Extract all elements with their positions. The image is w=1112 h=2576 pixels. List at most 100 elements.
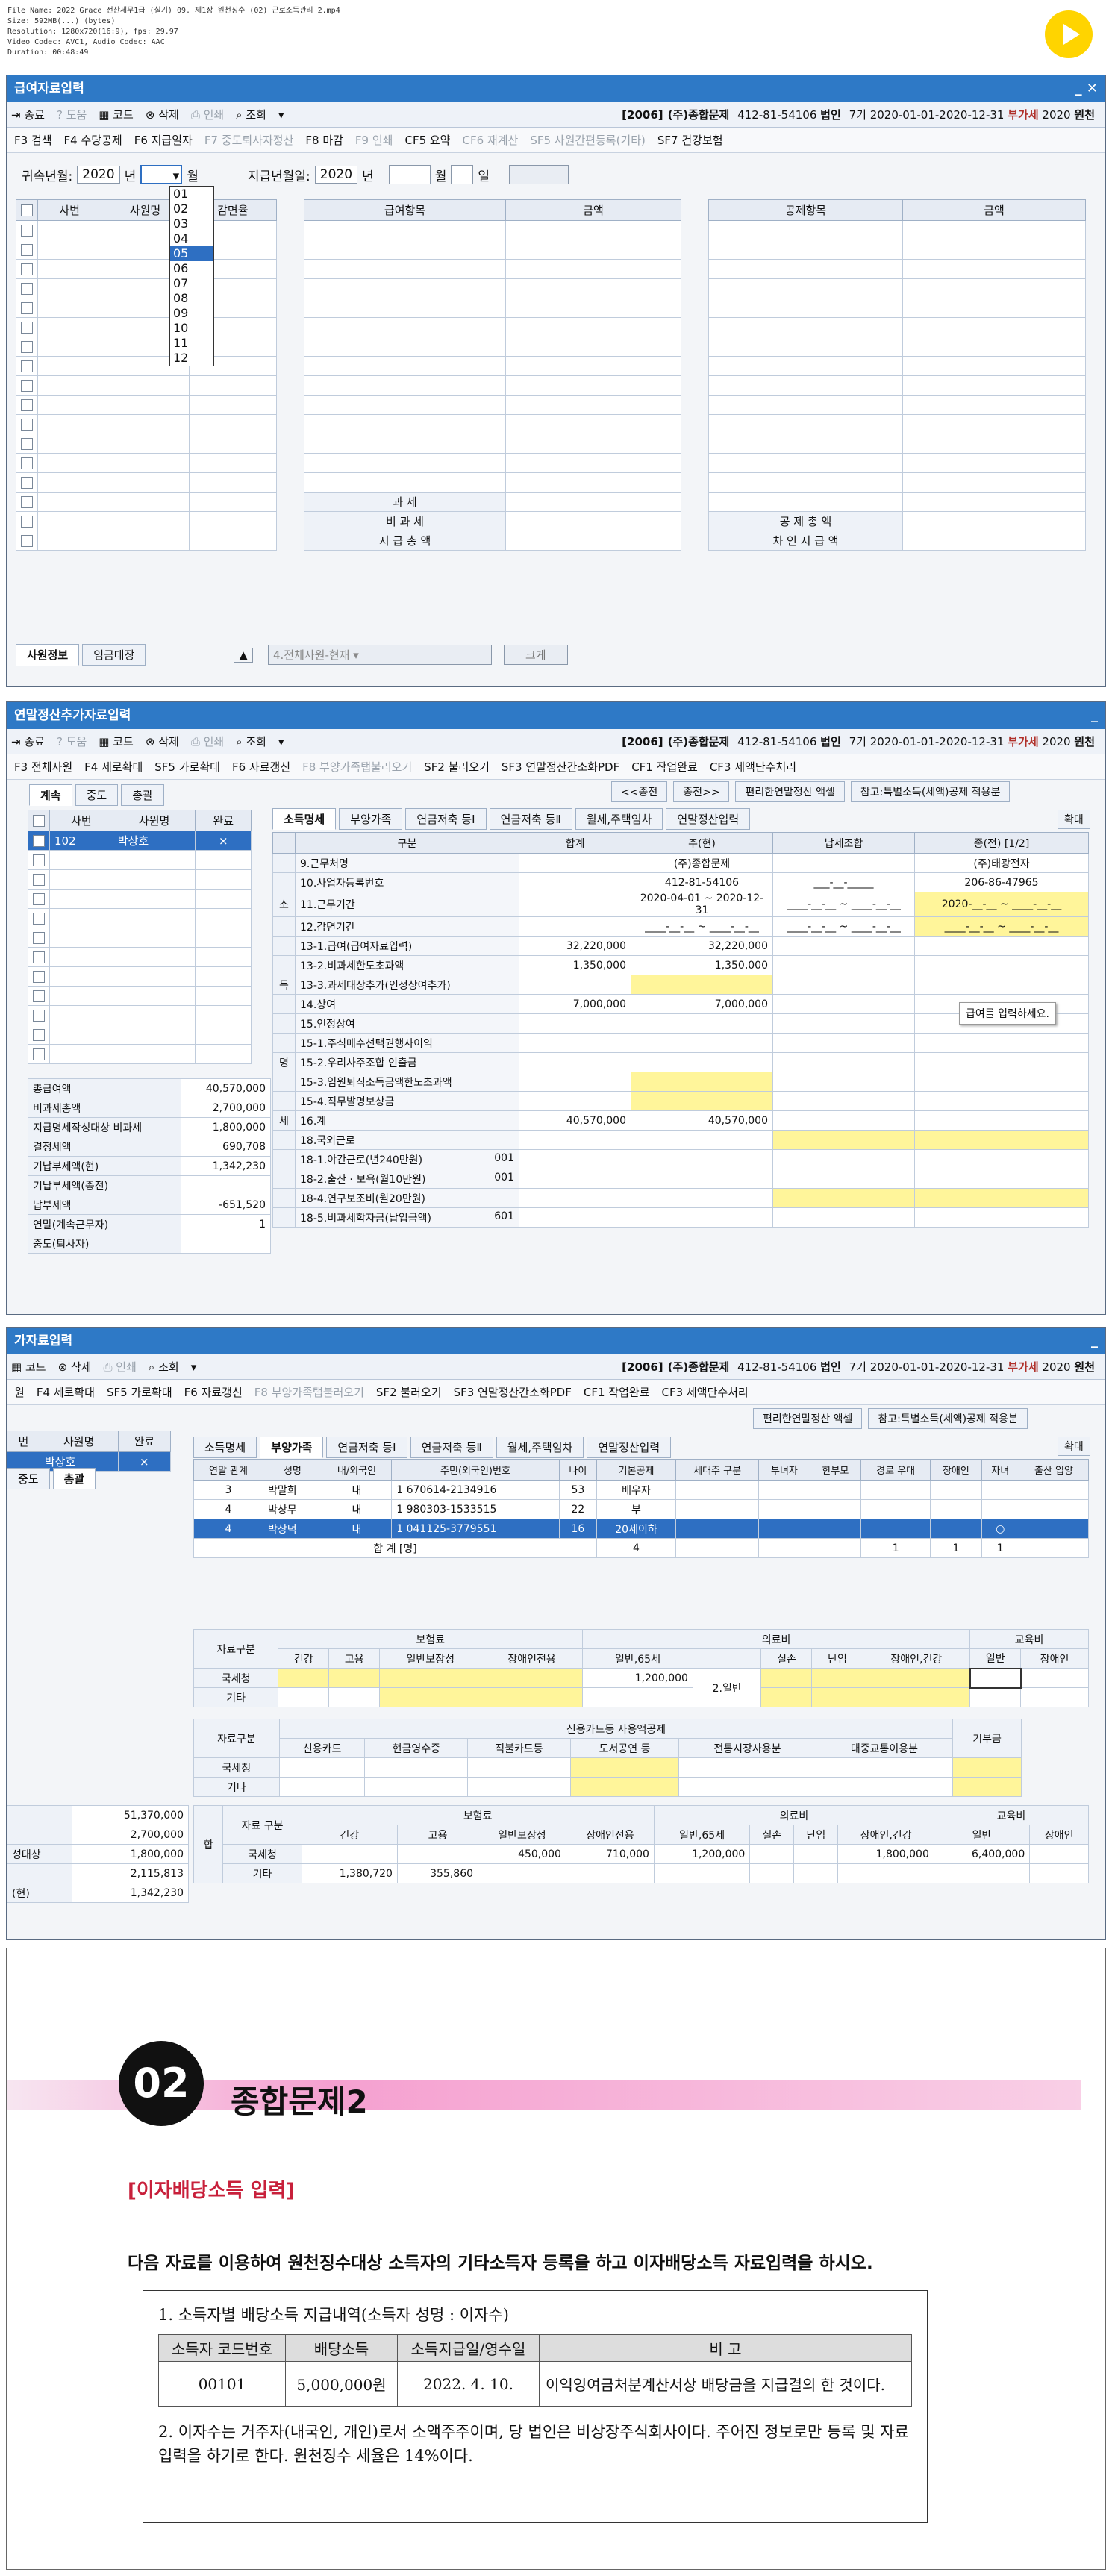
table-row[interactable]: 12.감면기간 ____-__-__ ~ ____-__-__ ____-__-__… <box>272 916 1089 937</box>
item-cell[interactable] <box>708 453 903 473</box>
item-cell[interactable] <box>708 278 903 298</box>
tab-5[interactable]: 연말정산입력 <box>587 1437 672 1458</box>
cell[interactable] <box>188 531 278 551</box>
amount-cell[interactable] <box>505 434 681 454</box>
current-cell[interactable]: 40,570,000 <box>631 1110 773 1131</box>
fkey[interactable]: F6 자료갱신 <box>184 1384 243 1400</box>
flag-cell[interactable] <box>758 1499 810 1519</box>
tax-union-cell[interactable]: ___-__-_____ <box>772 872 915 892</box>
card-cell[interactable] <box>815 1777 954 1797</box>
table-row[interactable]: 15-1.주식매수선택권행사이익 <box>272 1033 1089 1053</box>
item-cell[interactable] <box>708 434 903 454</box>
cell[interactable] <box>101 375 190 396</box>
item-cell[interactable] <box>304 298 506 318</box>
amount-cell[interactable] <box>505 356 681 376</box>
amount-cell[interactable] <box>902 472 1086 493</box>
table-row[interactable] <box>16 356 278 376</box>
table-row[interactable] <box>16 531 278 551</box>
row-check[interactable] <box>28 1044 50 1064</box>
tax-union-cell[interactable] <box>772 936 915 956</box>
cell[interactable] <box>188 375 278 396</box>
cell[interactable] <box>101 453 190 473</box>
item-cell[interactable] <box>304 278 506 298</box>
flag-cell[interactable] <box>860 1519 931 1539</box>
cell[interactable] <box>37 356 102 376</box>
table-row[interactable] <box>304 414 681 434</box>
row-checkbox[interactable] <box>21 244 33 256</box>
cell[interactable] <box>37 472 102 493</box>
card-cell[interactable] <box>569 1757 680 1778</box>
table-row[interactable]: 13-2.비과세한도초과액 1,350,000 1,350,000 <box>272 955 1089 975</box>
print-button[interactable]: ⎙ 인쇄 <box>191 107 224 122</box>
table-row[interactable] <box>708 453 1086 473</box>
tab-4[interactable]: 월세,주택임차 <box>496 1437 584 1458</box>
card-cell[interactable] <box>678 1777 816 1797</box>
sum-cell[interactable] <box>519 853 631 873</box>
previous-cell[interactable] <box>914 1110 1089 1131</box>
table-row[interactable] <box>708 375 1086 396</box>
row-checkbox[interactable] <box>21 322 33 334</box>
cell[interactable] <box>37 317 102 337</box>
item-cell[interactable] <box>708 395 903 415</box>
card-cell[interactable] <box>364 1757 469 1778</box>
tab-employee-info[interactable]: 사원정보 <box>16 644 80 666</box>
sum-cell[interactable] <box>519 916 631 937</box>
table-row[interactable] <box>708 317 1086 337</box>
month-option[interactable]: 01 <box>170 187 213 201</box>
age-cell[interactable]: 16 <box>558 1519 598 1539</box>
insurance-cell[interactable] <box>278 1668 330 1688</box>
item-cell[interactable] <box>304 356 506 376</box>
current-cell[interactable] <box>631 1052 773 1072</box>
previous-cell[interactable] <box>914 936 1089 956</box>
row-check[interactable] <box>28 869 50 890</box>
cell[interactable] <box>37 531 102 551</box>
fkey[interactable]: F6 지급일자 <box>134 132 193 148</box>
fkey[interactable]: SF7 건강보험 <box>657 132 723 148</box>
exit-button[interactable]: ⇥ 종료 <box>11 734 45 749</box>
table-row[interactable]: 소 11.근무기간 2020-04-01 ~ 2020-12-31 ____-__-_… <box>272 892 1089 917</box>
donation-cell[interactable] <box>952 1777 1022 1797</box>
row-checkbox[interactable] <box>33 1010 45 1022</box>
medical-cell[interactable] <box>811 1668 863 1688</box>
print-button[interactable]: ⎙ 인쇄 <box>104 1359 137 1375</box>
cell[interactable] <box>188 492 278 512</box>
row-check[interactable] <box>28 966 50 987</box>
table-row[interactable] <box>16 220 278 240</box>
amount-cell[interactable] <box>505 337 681 357</box>
amount-cell[interactable] <box>902 278 1086 298</box>
row-check[interactable] <box>16 298 38 318</box>
input-row[interactable]: 기타 <box>193 1687 1089 1707</box>
row-check[interactable] <box>16 434 38 454</box>
cell[interactable] <box>37 375 102 396</box>
month-option[interactable]: 03 <box>170 216 213 231</box>
table-row[interactable] <box>16 240 278 260</box>
row-check[interactable] <box>28 1005 50 1025</box>
medical-cell[interactable] <box>811 1687 863 1707</box>
month-option[interactable]: 09 <box>170 306 213 321</box>
flag-cell[interactable] <box>758 1519 810 1539</box>
amount-cell[interactable] <box>505 414 681 434</box>
sum-cell[interactable] <box>519 872 631 892</box>
tab-4[interactable]: 월세,주택임차 <box>575 808 663 830</box>
amount-cell[interactable] <box>902 395 1086 415</box>
item-cell[interactable] <box>304 240 506 260</box>
fkey[interactable]: CF5 요약 <box>404 132 450 148</box>
tab-summary[interactable]: 총괄 <box>52 1468 96 1489</box>
amount-cell[interactable] <box>902 492 1086 512</box>
row-check[interactable] <box>16 414 38 434</box>
row-checkbox[interactable] <box>21 263 33 275</box>
table-row[interactable] <box>28 850 252 870</box>
table-row[interactable] <box>708 414 1086 434</box>
fkey[interactable]: SF3 연말정산간소화PDF <box>454 1384 572 1400</box>
cell[interactable] <box>37 453 102 473</box>
education-cell[interactable] <box>969 1687 1022 1707</box>
cell[interactable] <box>37 492 102 512</box>
row-check[interactable] <box>16 395 38 415</box>
table-row[interactable] <box>28 1025 252 1045</box>
tax-union-cell[interactable] <box>772 853 915 873</box>
row-check[interactable] <box>16 278 38 298</box>
row-check[interactable] <box>16 220 38 240</box>
month-option[interactable]: 02 <box>170 201 213 216</box>
amount-cell[interactable] <box>902 240 1086 260</box>
relation-cell[interactable]: 3 <box>193 1480 264 1500</box>
